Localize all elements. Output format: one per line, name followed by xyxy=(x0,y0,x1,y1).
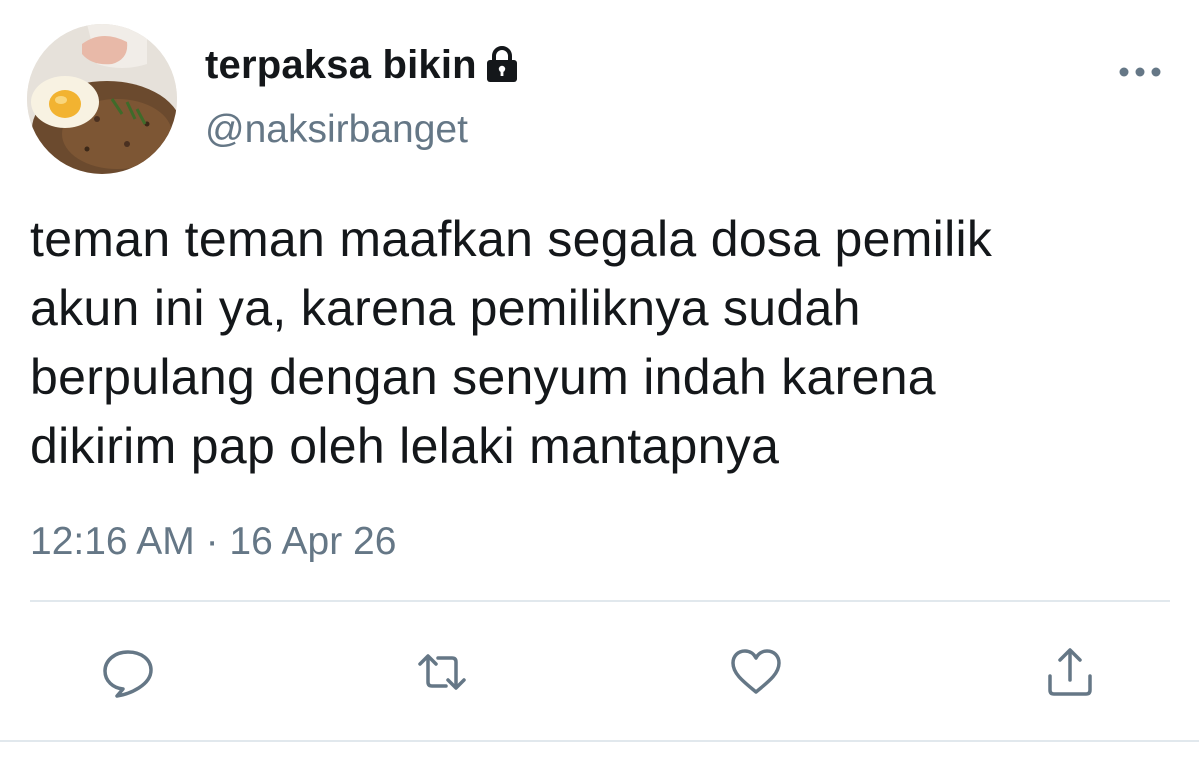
display-name[interactable]: terpaksa bikin xyxy=(205,43,477,88)
tweet-timestamp[interactable]: 12:16 AM · 16 Apr 26 xyxy=(30,520,396,564)
divider xyxy=(30,600,1170,602)
tweet-text-line: dikirim pap oleh lelaki mantapnya xyxy=(30,418,780,474)
tweet-text-line: akun ini ya, karena pemiliknya sudah xyxy=(30,280,861,336)
avatar[interactable] xyxy=(27,24,177,174)
tweet-text-line: teman teman maafkan segala dosa pemilik xyxy=(30,211,993,267)
tweet-text: teman teman maafkan segala dosa pemilik … xyxy=(30,205,1180,481)
share-icon xyxy=(1048,648,1092,696)
display-name-row[interactable]: terpaksa bikin xyxy=(205,40,519,90)
retweet-icon xyxy=(418,654,466,690)
avatar-image xyxy=(27,24,177,174)
tweet-text-line: berpulang dengan senyum indah karena xyxy=(30,349,936,405)
lock-icon xyxy=(486,46,517,82)
like-button[interactable] xyxy=(724,640,788,704)
action-bar xyxy=(0,640,1199,704)
share-button[interactable] xyxy=(1038,640,1102,704)
more-options-button[interactable] xyxy=(1112,52,1168,92)
tweet-card: terpaksa bikin @naksirbanget teman teman… xyxy=(0,0,1199,759)
like-icon xyxy=(731,649,781,694)
retweet-button[interactable] xyxy=(410,640,474,704)
reply-icon xyxy=(103,650,153,698)
reply-button[interactable] xyxy=(96,640,160,704)
more-horizontal-icon xyxy=(1119,67,1161,77)
user-handle[interactable]: @naksirbanget xyxy=(205,108,468,152)
divider xyxy=(0,740,1199,742)
